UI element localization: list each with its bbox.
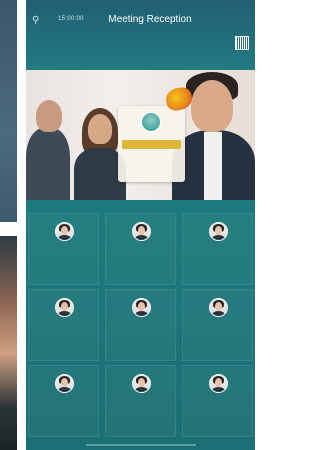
person-man-face [191, 80, 233, 132]
attendee-card[interactable] [28, 365, 99, 437]
attendee-card[interactable] [182, 213, 253, 285]
avatar-icon [209, 374, 228, 393]
person-left-body [26, 128, 70, 200]
stat-2 [141, 40, 163, 48]
stat-1 [114, 40, 136, 48]
avatar-icon [55, 298, 74, 317]
person-man-shirt [204, 132, 222, 200]
person-left-face [36, 100, 62, 132]
attendee-grid [28, 213, 253, 441]
avatar-icon [55, 222, 74, 241]
attendee-card[interactable] [28, 289, 99, 361]
reception-screen: ⚲ 15:00:00 Meeting Reception [26, 0, 255, 450]
header-stats [114, 40, 194, 60]
avatar-icon [55, 374, 74, 393]
visitor-avatar [141, 112, 161, 132]
left-background-photo-bottom [0, 236, 17, 450]
page: ⚲ 15:00:00 Meeting Reception [0, 0, 255, 450]
page-title: Meeting Reception [108, 14, 192, 25]
left-background-panel-top [0, 0, 17, 222]
avatar-icon [132, 298, 151, 317]
footer-indicator [86, 444, 196, 446]
qr-code-icon[interactable] [235, 36, 249, 50]
avatar-icon [132, 374, 151, 393]
welcome-badge-icon [164, 85, 194, 113]
person-woman-face [88, 114, 112, 144]
welcome-banner [26, 70, 255, 200]
welcome-bar [122, 140, 181, 149]
attendee-card[interactable] [105, 213, 176, 285]
attendee-card[interactable] [182, 289, 253, 361]
welcome-card [118, 106, 185, 182]
stat-3 [168, 40, 190, 48]
attendee-card[interactable] [28, 213, 99, 285]
avatar-icon [132, 222, 151, 241]
attendee-card[interactable] [182, 365, 253, 437]
attendee-list-header [32, 203, 249, 213]
attendee-card[interactable] [105, 365, 176, 437]
search-icon[interactable]: ⚲ [32, 15, 44, 27]
clock-time: 15:00:00 [58, 16, 84, 22]
attendee-card[interactable] [105, 289, 176, 361]
avatar-icon [209, 222, 228, 241]
header-bar: ⚲ 15:00:00 Meeting Reception [26, 0, 255, 70]
avatar-icon [209, 298, 228, 317]
